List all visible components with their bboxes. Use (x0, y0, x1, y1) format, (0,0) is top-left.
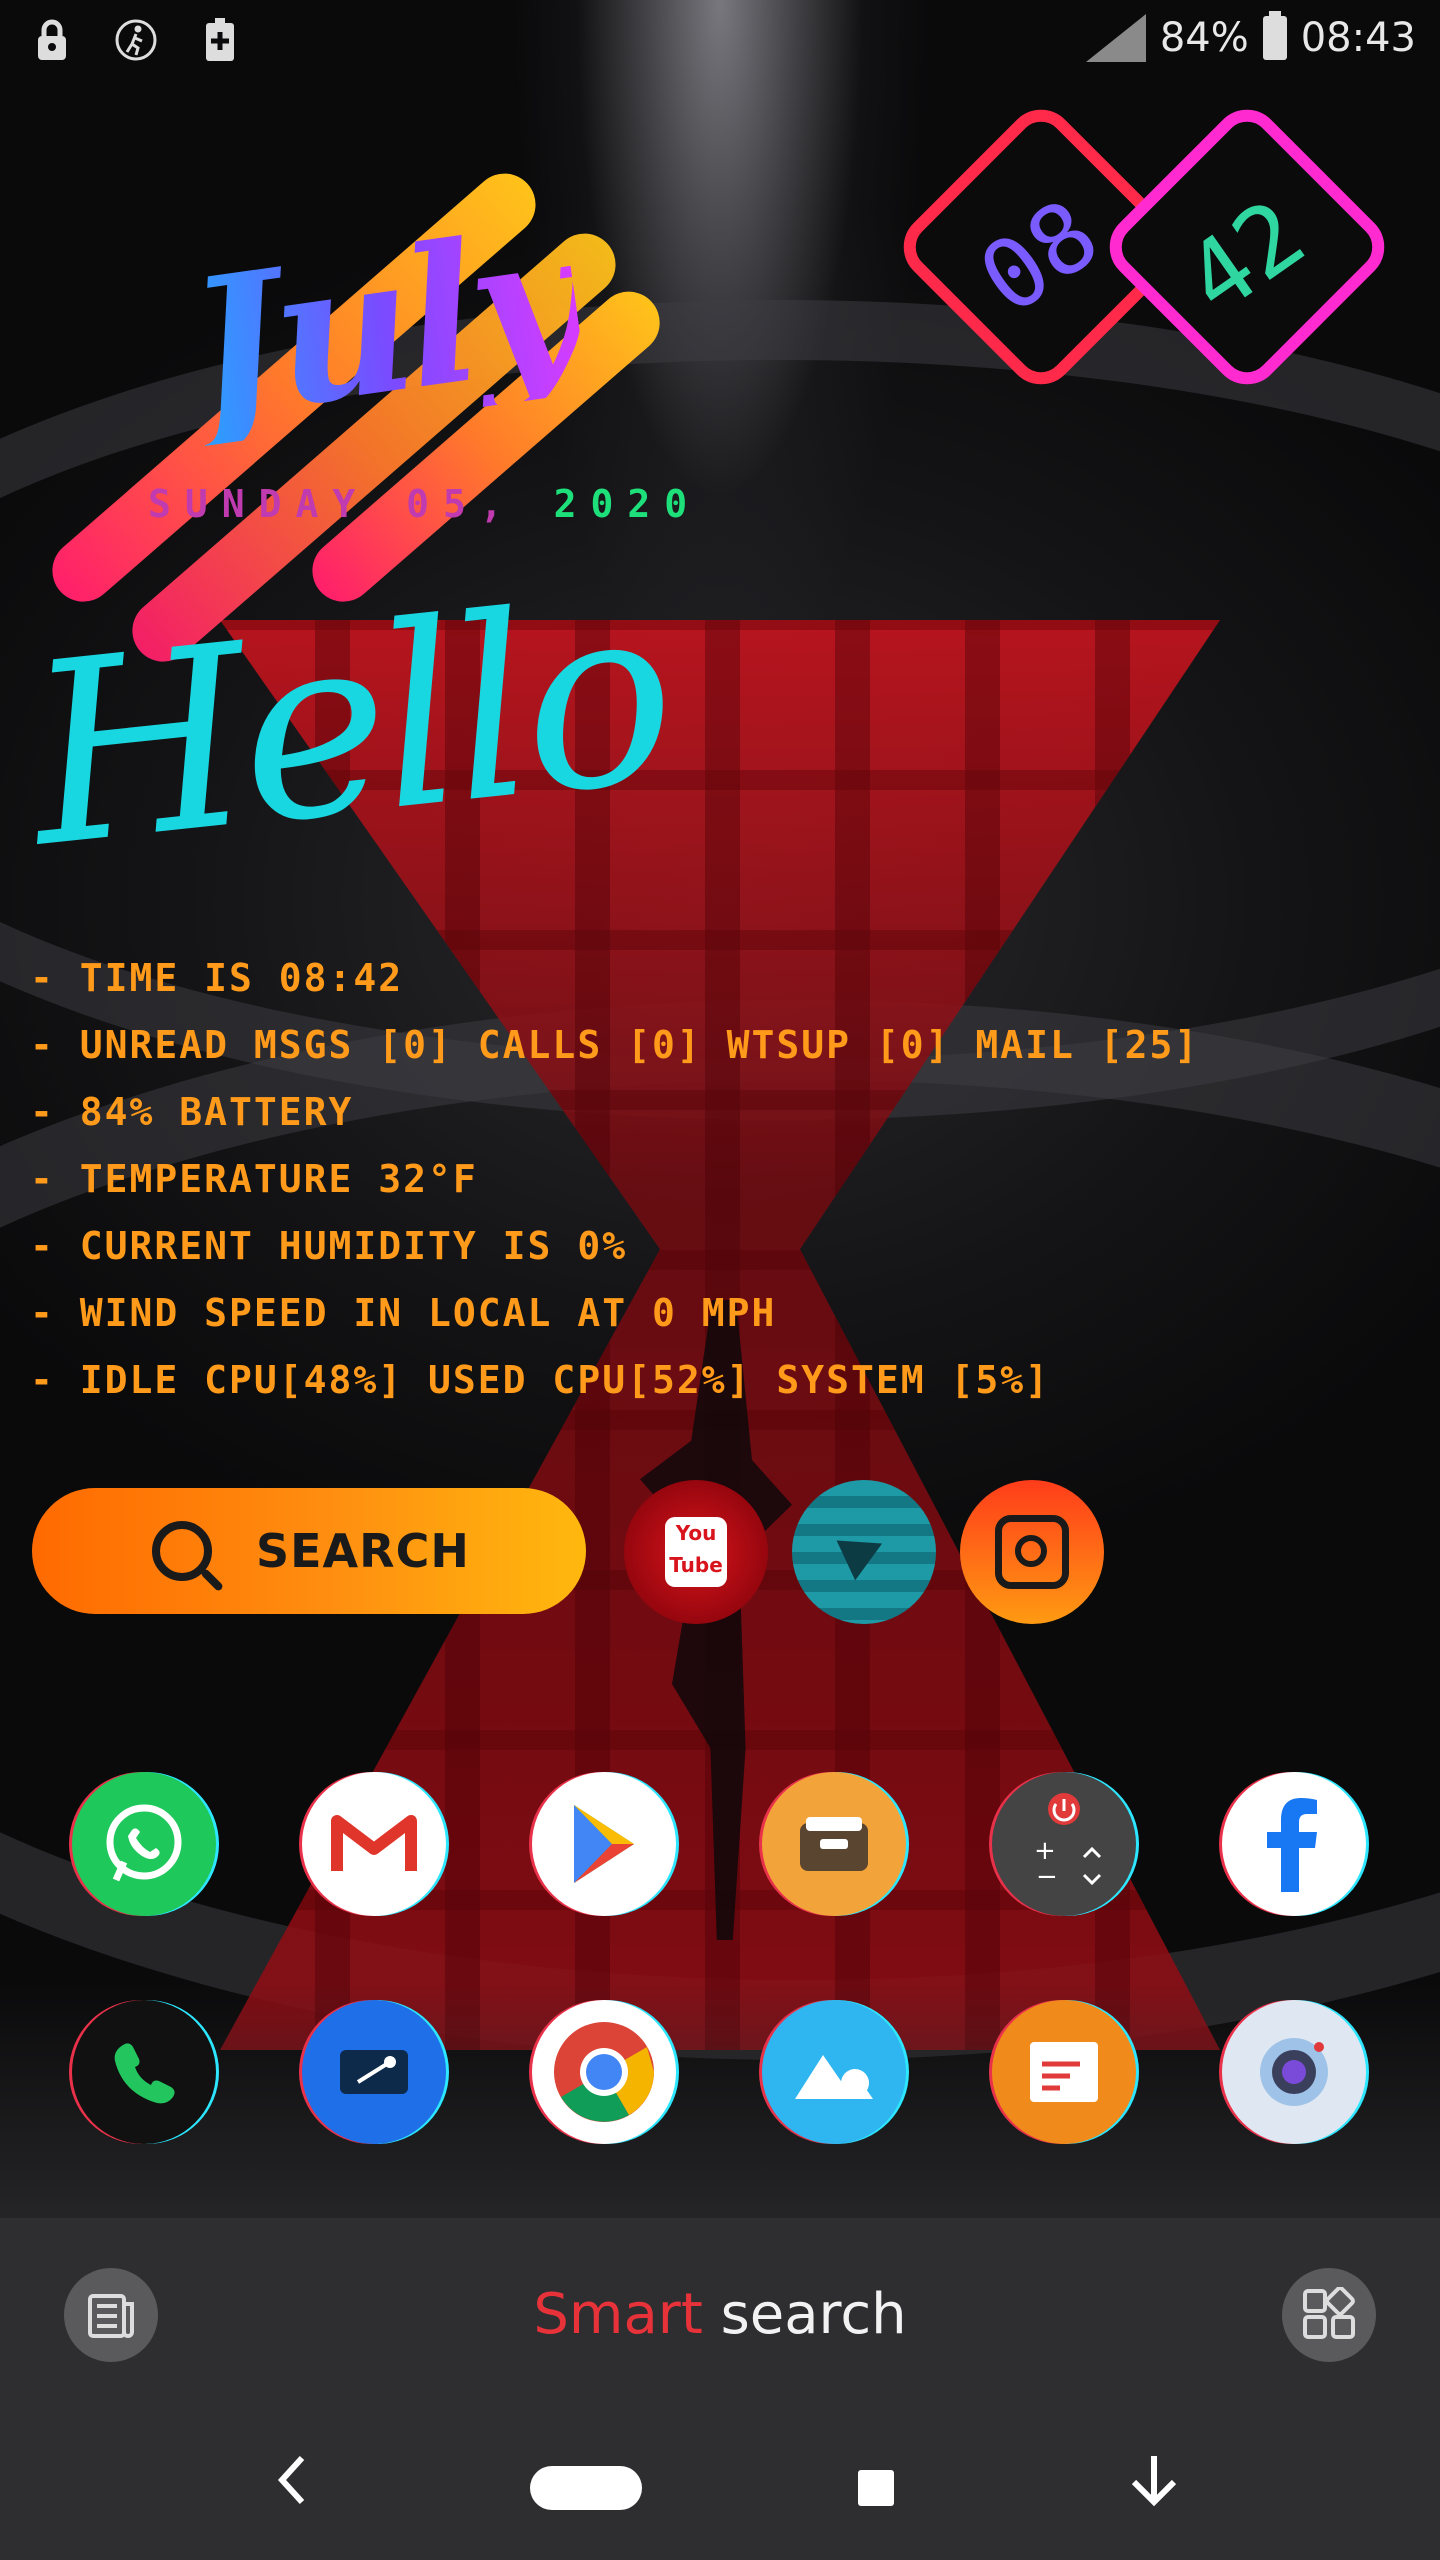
lock-icon (30, 18, 74, 62)
search-word: search (720, 2282, 907, 2347)
youtube-logo: You Tube (665, 1517, 727, 1587)
smart-search-bar[interactable]: Smart search (0, 2282, 1440, 2347)
signal-icon (1076, 14, 1146, 62)
recent-apps-button[interactable] (858, 2470, 894, 2506)
file-manager-icon[interactable] (762, 1772, 906, 1916)
play-store-icon[interactable] (532, 1772, 676, 1916)
search-label: SEARCH (256, 1524, 470, 1578)
screen-recorder-icon[interactable] (302, 2000, 446, 2144)
search-icon (152, 1521, 212, 1581)
info-line: - WIND SPEED IN LOCAL AT 0 MPH (30, 1291, 777, 1335)
floor (0, 1980, 1440, 2220)
phone-icon[interactable] (72, 2000, 216, 2144)
back-button[interactable] (252, 2440, 332, 2520)
status-bar: 84% 08:43 (0, 0, 1440, 84)
smart-word: Smart (533, 2282, 703, 2347)
instagram-camera-icon (995, 1515, 1069, 1589)
info-line: - TIME IS 08:42 (30, 956, 404, 1000)
gmail-icon[interactable] (302, 1772, 446, 1916)
battery-saver-icon (198, 18, 242, 62)
greeting-text: Hello (16, 546, 680, 903)
telegram-app-icon[interactable] (792, 1480, 936, 1624)
info-line: - IDLE CPU[48%] USED CPU[52%] SYSTEM [5%… (30, 1358, 1050, 1402)
walk-icon (114, 18, 158, 62)
battery-percent: 84% (1159, 15, 1249, 61)
remote-control-icon[interactable]: + − (992, 1772, 1136, 1916)
info-line: - UNREAD MSGS [0] CALLS [0] WTSUP [0] MA… (30, 1023, 1200, 1067)
search-button[interactable]: SEARCH (32, 1488, 586, 1614)
gallery-icon[interactable] (762, 2000, 906, 2144)
youtube-app-icon[interactable]: You Tube (624, 1480, 768, 1624)
camera-icon[interactable] (1222, 2000, 1366, 2144)
facebook-icon[interactable] (1222, 1772, 1366, 1916)
down-arrow-icon (1131, 2456, 1177, 2507)
month-label: July (176, 187, 591, 462)
slides-icon[interactable] (992, 2000, 1136, 2144)
svg-text:−: − (1036, 1862, 1058, 1892)
info-line: - TEMPERATURE 32°F (30, 1157, 478, 1201)
info-widget: - TIME IS 08:42 - UNREAD MSGS [0] CALLS … (30, 945, 1199, 1414)
info-line: - CURRENT HUMIDITY IS 0% (30, 1224, 628, 1268)
whatsapp-icon[interactable] (72, 1772, 216, 1916)
back-arrow-icon (277, 2455, 305, 2505)
date-label: SUNDAY 05, 2020 (148, 482, 702, 526)
apps-grid-icon (1303, 2287, 1355, 2339)
battery-icon (1262, 11, 1287, 60)
info-line: - 84% BATTERY (30, 1090, 354, 1134)
status-time: 08:43 (1300, 15, 1416, 61)
telegram-plane-icon (836, 1523, 892, 1581)
chrome-icon[interactable] (532, 2000, 676, 2144)
instagram-app-icon[interactable] (960, 1480, 1104, 1624)
home-button[interactable] (530, 2466, 642, 2510)
bottom-dock (0, 2218, 1440, 2560)
collapse-button[interactable] (1114, 2440, 1194, 2520)
app-drawer-button[interactable] (1282, 2268, 1376, 2362)
